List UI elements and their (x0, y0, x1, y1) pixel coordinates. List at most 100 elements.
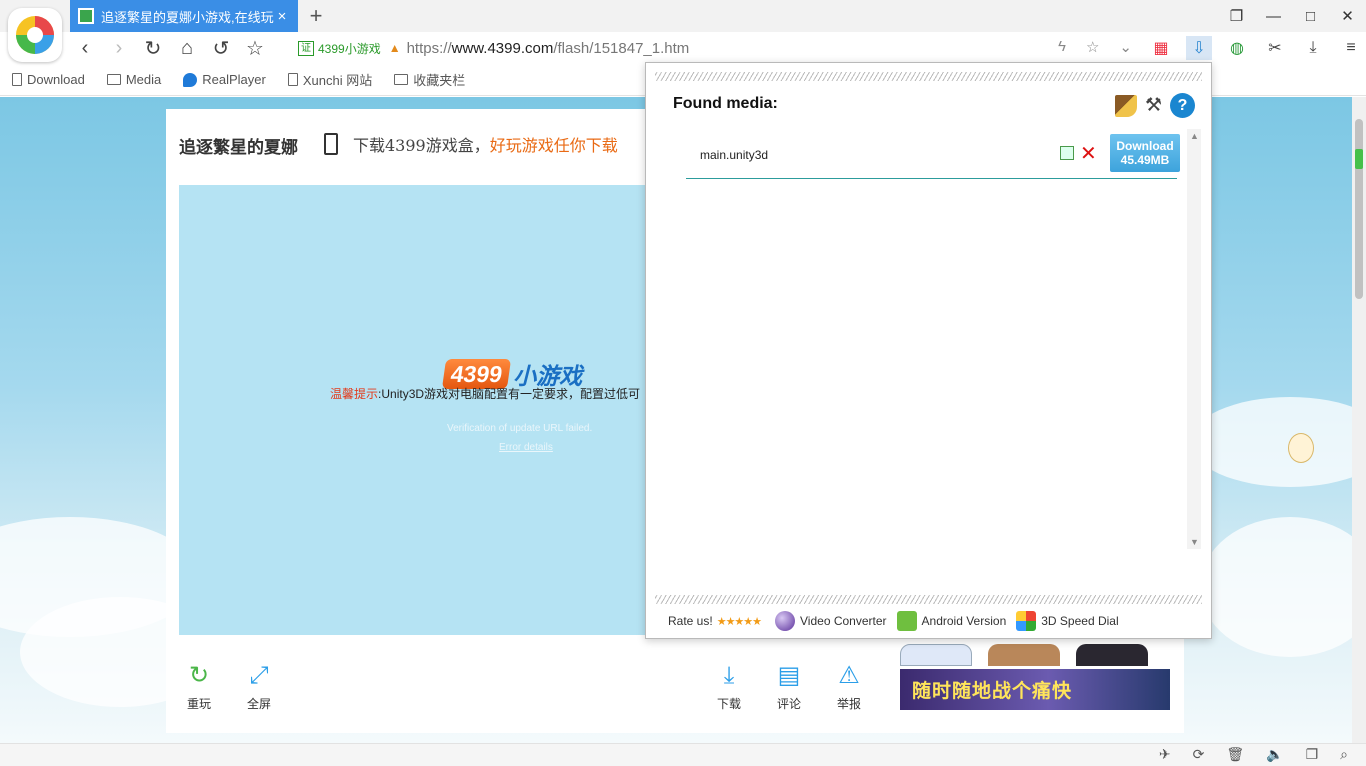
bookmark-favorites-bar[interactable]: 收藏夹栏 (394, 70, 465, 89)
error-message: Verification of update URL failed. (447, 423, 593, 434)
apps-icon[interactable]: ▦ (1148, 36, 1174, 60)
download-game-button[interactable]: ⤓ 下载 (709, 661, 749, 712)
video-converter-link[interactable]: Video Converter (775, 611, 887, 631)
zoom-icon[interactable]: ⌕ (1340, 746, 1348, 763)
help-icon[interactable]: ? (1170, 93, 1195, 118)
remove-icon[interactable]: ✕ (1080, 141, 1097, 166)
bolt-icon[interactable]: ϟ (1058, 38, 1066, 56)
reload-button[interactable]: ↻ (140, 36, 166, 60)
scroll-up-icon[interactable]: ▲ (1190, 131, 1199, 141)
action-label: 下载 (716, 697, 741, 711)
android-label: Android Version (921, 614, 1007, 628)
error-details-link[interactable]: Error details (499, 442, 553, 453)
bookmark-realplayer[interactable]: RealPlayer (183, 72, 266, 87)
dropdown-icon[interactable]: ⌄ (1119, 38, 1132, 56)
report-button[interactable]: ⚠ 举报 (829, 661, 869, 712)
action-label: 评论 (776, 697, 801, 711)
lock-warning-icon[interactable]: ▲ (389, 41, 401, 55)
speedup-icon[interactable]: ✈ (1159, 746, 1171, 763)
favorite-button[interactable]: ☆ (242, 36, 268, 60)
comment-button[interactable]: ▤ 评论 (769, 661, 809, 712)
address-actions: ϟ ☆ ⌄ (1058, 38, 1132, 56)
close-window-button[interactable]: ✕ (1329, 0, 1366, 32)
replay-icon: ↻ (188, 662, 210, 689)
bookmark-download[interactable]: Download (12, 72, 85, 87)
skin-icon[interactable]: ❐ (1218, 0, 1255, 32)
download-icon: ⤓ (723, 662, 735, 689)
media-item[interactable]: main.unity3d ✕ Download 45.49MB (686, 133, 1180, 179)
trash-icon[interactable]: 🗑 (1226, 746, 1244, 763)
game-canvas[interactable]: 4399 小游戏 温馨提示:Unity3D游戏对电脑配置有一定要求，配置过低可 … (179, 185, 649, 635)
speed-dial-link[interactable]: 3D Speed Dial (1016, 611, 1119, 631)
page-scrollbar[interactable] (1352, 97, 1366, 743)
bookmark-star-icon[interactable]: ☆ (1086, 38, 1099, 56)
tip-text: 温馨提示:Unity3D游戏对电脑配置有一定要求，配置过低可 (330, 387, 641, 401)
tab-bar: 追逐繁星的夏娜小游戏,在线玩,4399小游戏 × + ❐ — □ ✕ (0, 0, 1366, 32)
folder-icon (394, 74, 409, 85)
action-label: 全屏 (246, 697, 271, 711)
warning-icon: ⚠ (838, 662, 860, 689)
copy-link-icon[interactable] (1060, 146, 1074, 160)
scroll-marker (1355, 149, 1363, 169)
browser-tab[interactable]: 追逐繁星的夏娜小游戏,在线玩,4399小游戏 × (70, 0, 298, 32)
certificate-icon: 证 (298, 40, 314, 56)
bookmark-label: Download (27, 72, 85, 87)
game-thumbnail[interactable] (988, 644, 1060, 666)
bookmark-media[interactable]: Media (106, 72, 161, 87)
window-icon[interactable]: ❐ (1306, 746, 1319, 763)
replay-button[interactable]: ↻ 重玩 (179, 661, 219, 712)
maximize-button[interactable]: □ (1292, 0, 1329, 32)
tab-close-icon[interactable]: × (274, 8, 290, 25)
toolbar: ▦ ⇩ ◍ ✂ ⤓ ≡ (1148, 36, 1364, 60)
scrollbar-thumb[interactable] (1355, 119, 1363, 299)
settings-tools-icon[interactable]: ⚒ (1145, 94, 1162, 117)
volume-icon[interactable]: 🔈 (1266, 746, 1283, 763)
promo-text[interactable]: 下载4399游戏盒，好玩游戏任你下载 (353, 132, 618, 156)
android-version-link[interactable]: Android Version (896, 611, 1007, 631)
media-download-icon[interactable]: ⇩ (1186, 36, 1212, 60)
action-label: 重玩 (186, 697, 211, 711)
broom-icon[interactable] (1114, 94, 1137, 117)
bookmark-label: RealPlayer (202, 72, 266, 87)
mascot-icon[interactable] (1288, 433, 1314, 463)
fullscreen-icon: ⤢ (249, 662, 269, 689)
media-download-popup: Found media: ⚒ ? main.unity3d ✕ Download… (645, 62, 1212, 639)
game-thumbnail[interactable] (900, 644, 972, 666)
bookmark-xunchi[interactable]: Xunchi 网站 (287, 70, 373, 89)
new-tab-button[interactable]: + (306, 3, 326, 29)
game-thumbnail[interactable] (1076, 644, 1148, 666)
speed-dial-label: 3D Speed Dial (1041, 614, 1119, 628)
home-button[interactable]: ⌂ (174, 36, 200, 60)
popup-scrollbar[interactable]: ▲ ▼ (1187, 129, 1201, 549)
rate-label: Rate us! (668, 614, 713, 628)
popup-drag-handle[interactable] (655, 72, 1202, 81)
rate-us-link[interactable]: Rate us! ★★★★★ (668, 614, 765, 628)
globe-icon[interactable]: ◍ (1224, 36, 1250, 60)
download-media-button[interactable]: Download 45.49MB (1110, 134, 1180, 172)
speed-dial-icon (1016, 611, 1037, 631)
cloud-decoration (1190, 397, 1366, 487)
certificate-badge[interactable]: 证 4399小游戏 (298, 40, 381, 57)
bookmark-label: 收藏夹栏 (413, 73, 466, 88)
menu-icon[interactable]: ≡ (1338, 36, 1364, 60)
ad-banner[interactable]: 随时随地战个痛快 (900, 669, 1170, 710)
video-converter-icon (775, 611, 796, 631)
screenshot-icon[interactable]: ✂ (1262, 36, 1288, 60)
forward-button[interactable]: › (106, 36, 132, 60)
undo-close-button[interactable]: ↺ (208, 36, 234, 60)
refresh-icon[interactable]: ⟳ (1193, 746, 1205, 763)
minimize-button[interactable]: — (1255, 0, 1292, 32)
fullscreen-button[interactable]: ⤢ 全屏 (239, 661, 279, 712)
game-title: 追逐繁星的夏娜 (179, 138, 298, 157)
bookmark-label: Xunchi 网站 (302, 73, 373, 88)
page-icon (287, 73, 298, 86)
scroll-down-icon[interactable]: ▼ (1190, 537, 1199, 547)
downloads-icon[interactable]: ⤓ (1300, 36, 1326, 60)
page-icon (12, 73, 22, 86)
back-button[interactable]: ‹ (72, 36, 98, 60)
browser-logo-icon[interactable] (8, 8, 62, 62)
url-text[interactable]: https://www.4399.com/flash/151847_1.htm (407, 40, 690, 57)
window-controls: ❐ — □ ✕ (1218, 0, 1366, 32)
comment-icon: ▤ (777, 662, 801, 689)
address-bar[interactable]: 证 4399小游戏 ▲ https://www.4399.com/flash/1… (292, 34, 1138, 62)
